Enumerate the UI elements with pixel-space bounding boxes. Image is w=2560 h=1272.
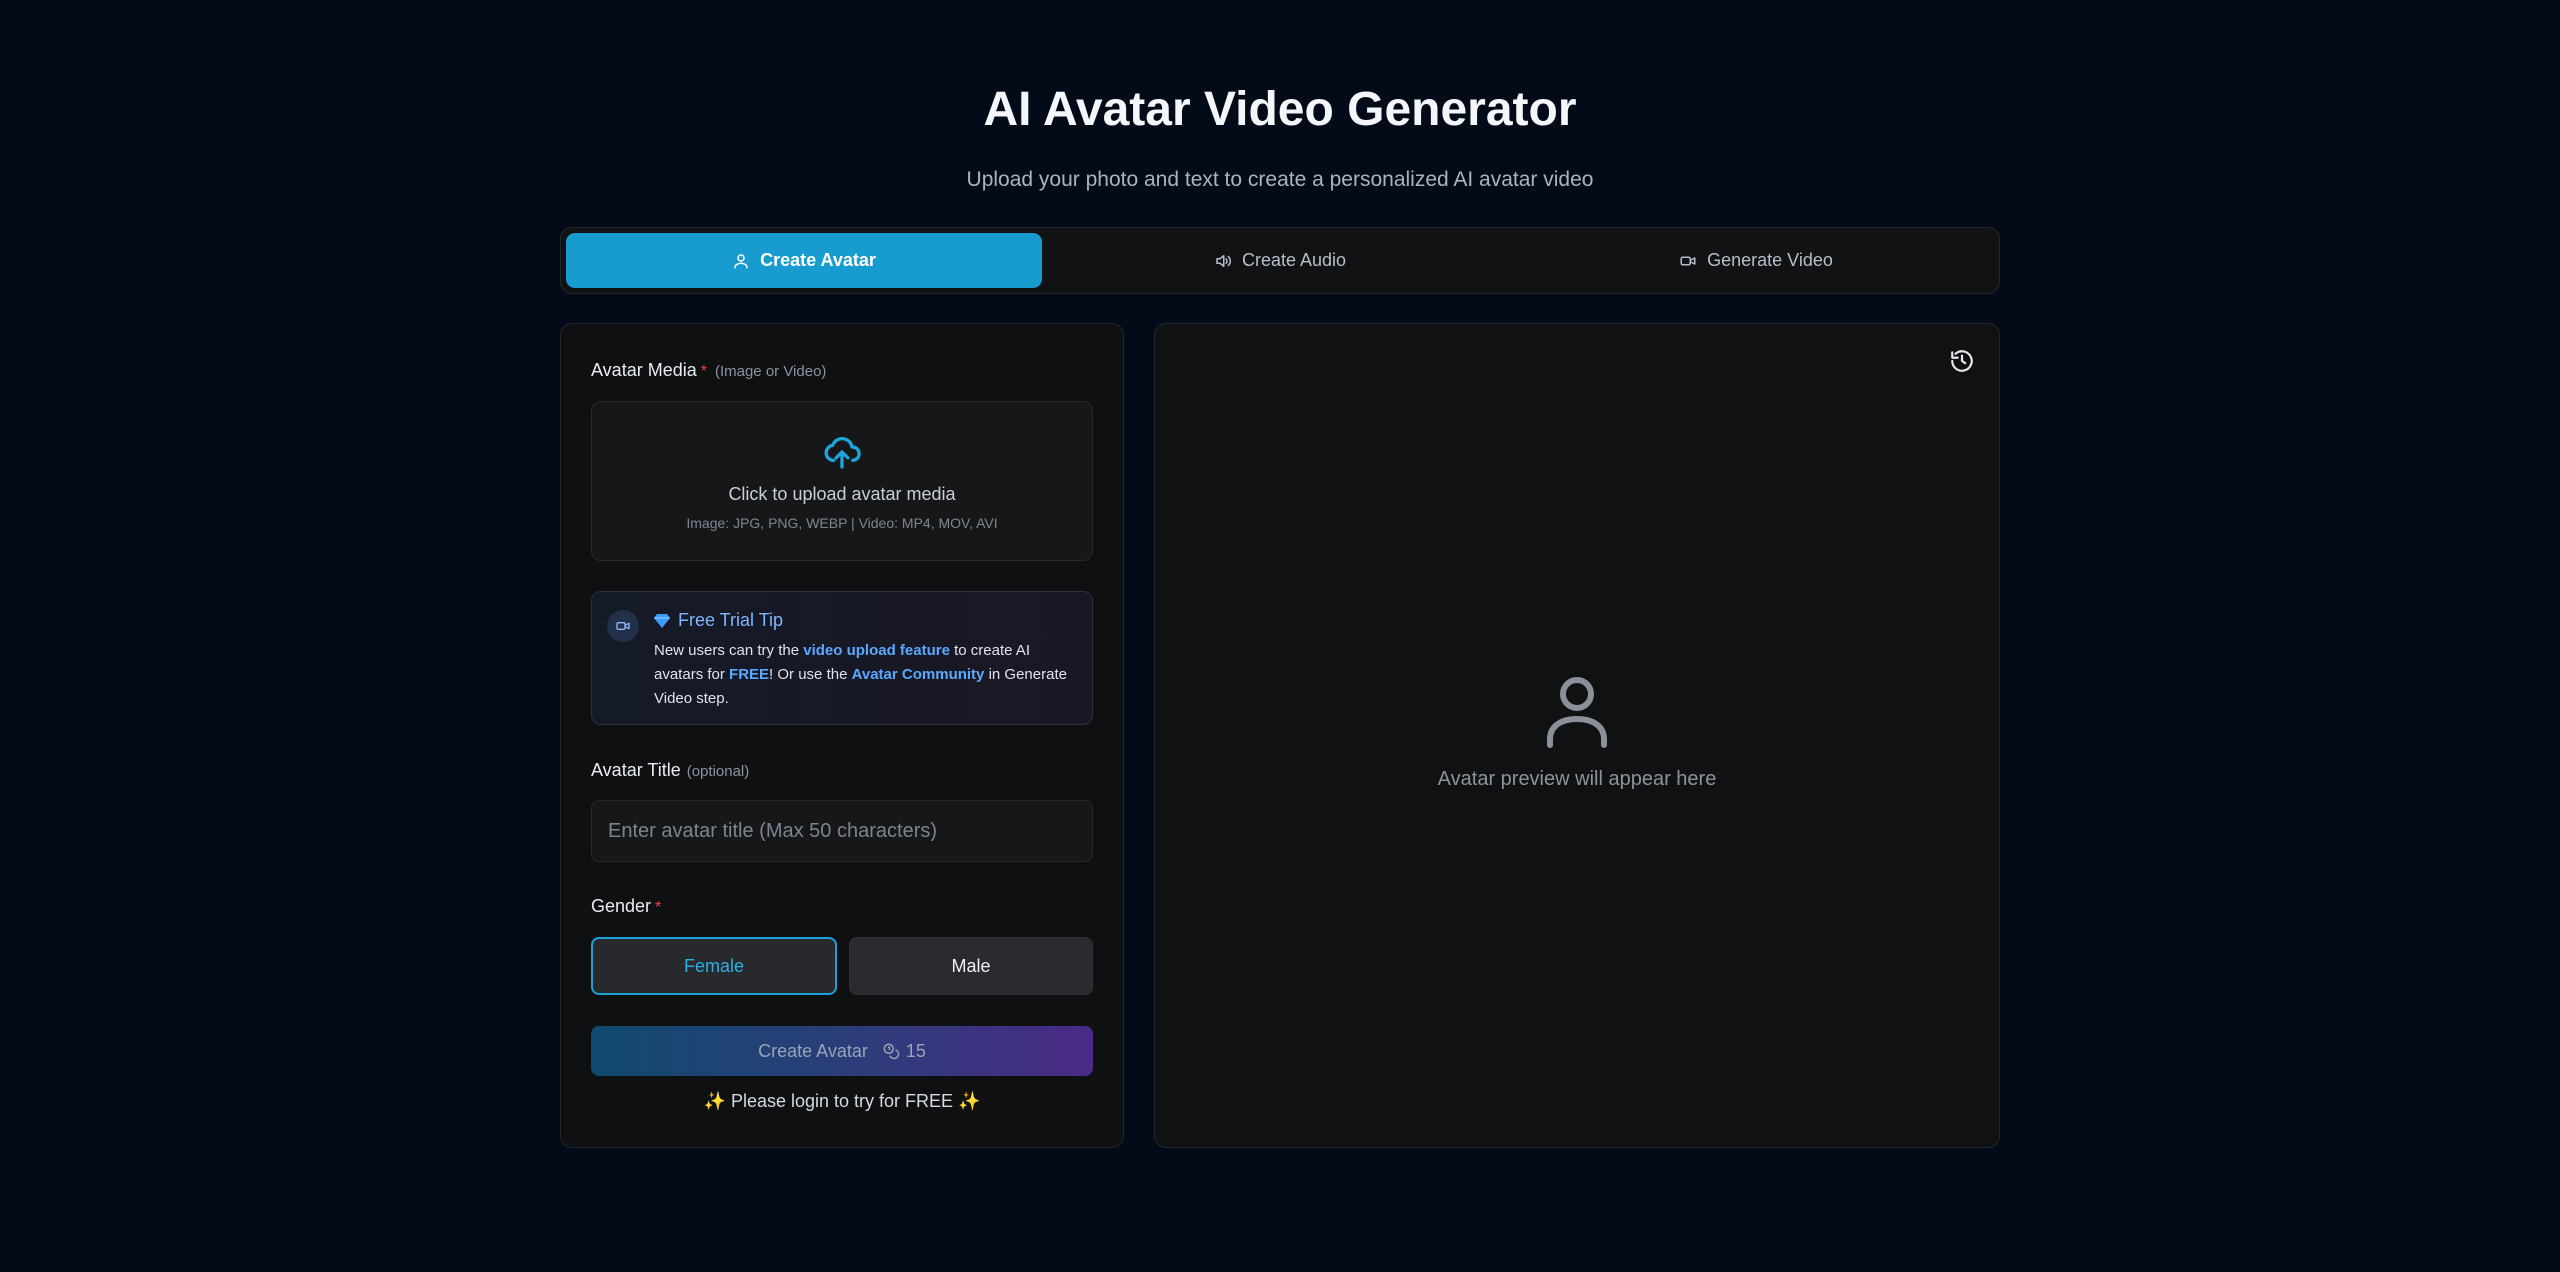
create-avatar-label: Create Avatar: [758, 1040, 868, 1061]
field-label: Avatar Media: [591, 360, 697, 380]
avatar-preview-panel: Avatar preview will appear here: [1154, 323, 2000, 1148]
required-mark: *: [655, 899, 662, 916]
gender-male-button[interactable]: Male: [849, 937, 1093, 995]
tab-create-audio[interactable]: Create Audio: [1042, 233, 1518, 288]
tip-text: New users can try the: [654, 642, 804, 659]
coins-icon: [883, 1043, 900, 1060]
gender-options: Female Male: [591, 937, 1093, 995]
required-mark: *: [700, 363, 707, 380]
page-title: AI Avatar Video Generator: [983, 83, 1577, 136]
tab-label: Create Audio: [1241, 250, 1347, 270]
avatar-title-input[interactable]: [591, 800, 1093, 862]
history-icon[interactable]: [1949, 348, 1975, 374]
video-camera-icon: [616, 622, 630, 630]
field-hint: (Image or Video): [714, 363, 827, 380]
upload-formats: Image: JPG, PNG, WEBP | Video: MP4, MOV,…: [686, 515, 998, 531]
page-subtitle: Upload your photo and text to create a p…: [966, 168, 1594, 191]
tip-title: Free Trial Tip: [654, 610, 1076, 631]
credit-cost: 15: [882, 1041, 926, 1062]
upload-prompt: Click to upload avatar media: [728, 484, 956, 504]
page: AI Avatar Video Generator Upload your ph…: [0, 0, 2560, 1272]
field-hint: (optional): [686, 763, 750, 780]
field-label: Gender: [591, 896, 652, 916]
video-upload-feature-link[interactable]: video upload feature: [803, 642, 950, 659]
preview-placeholder-text: Avatar preview will appear here: [1437, 768, 1717, 790]
login-note: ✨ Please login to try for FREE ✨: [703, 1091, 981, 1111]
field-label: Avatar Title: [591, 760, 681, 780]
tip-icon-badge: [607, 610, 639, 642]
gender-female-button[interactable]: Female: [591, 937, 837, 995]
tab-generate-video[interactable]: Generate Video: [1518, 233, 1994, 288]
diamond-icon: [654, 613, 670, 628]
tip-body: New users can try the video upload featu…: [654, 639, 1076, 711]
avatar-form-panel: Avatar Media * (Image or Video) Click to u…: [560, 323, 1124, 1148]
free-highlight: FREE: [729, 666, 770, 683]
tip-title-text: Free Trial Tip: [678, 610, 784, 630]
tip-text: ! Or use the: [769, 666, 852, 683]
user-icon: [1547, 677, 1607, 748]
avatar-community-link[interactable]: Avatar Community: [852, 666, 985, 683]
avatar-media-upload[interactable]: Click to upload avatar media Image: JPG,…: [591, 401, 1093, 561]
step-tabs: Create Avatar Create Audio Generate Vide…: [560, 227, 2000, 294]
cloud-upload-icon: [824, 436, 861, 469]
avatar-media-label: Avatar Media * (Image or Video): [591, 360, 826, 381]
tab-label: Generate Video: [1707, 250, 1833, 270]
credit-amount: 15: [905, 1040, 926, 1061]
video-camera-icon: [1680, 256, 1696, 265]
preview-placeholder: Avatar preview will appear here: [1155, 676, 1999, 791]
tab-label: Create Avatar: [760, 250, 876, 270]
user-icon: [734, 253, 748, 268]
avatar-title-label: Avatar Title (optional): [591, 760, 749, 781]
create-avatar-button[interactable]: Create Avatar 15: [591, 1026, 1093, 1076]
gender-label: Gender *: [591, 896, 661, 917]
speaker-icon: [1216, 254, 1231, 267]
tab-create-avatar[interactable]: Create Avatar: [566, 233, 1042, 288]
free-trial-tip: Free Trial Tip New users can try the vid…: [591, 591, 1093, 725]
